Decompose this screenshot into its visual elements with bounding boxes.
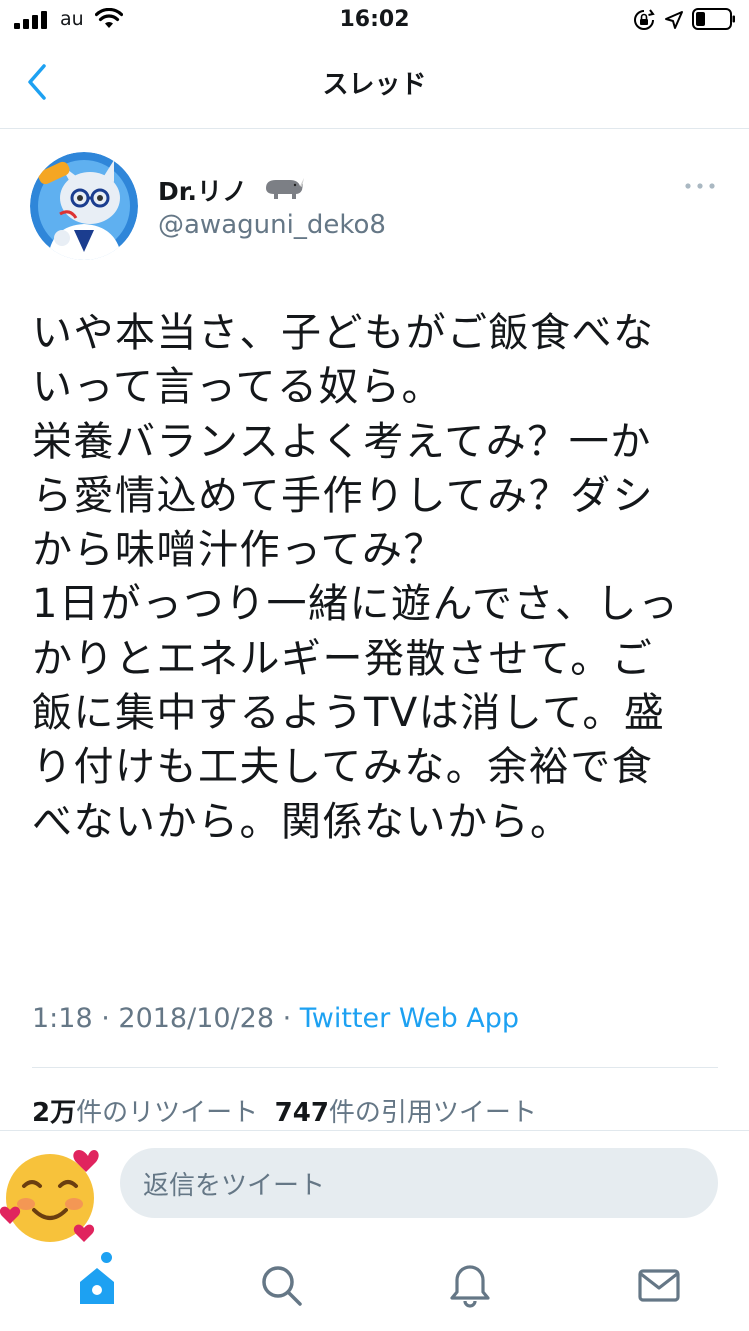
navigation-bar: スレッド <box>0 40 749 129</box>
rhinoceros-emoji <box>266 178 304 199</box>
tweet-source-link[interactable]: Twitter Web App <box>300 1003 519 1034</box>
tweet-time: 1:18 <box>32 1003 93 1034</box>
battery-icon <box>692 8 735 30</box>
orientation-lock-icon <box>634 9 655 30</box>
search-icon[interactable] <box>258 1262 304 1308</box>
tweet-stats: 2万件のリツイート 747件の引用ツイート <box>32 1092 537 1129</box>
retweets-stat[interactable]: 2万件のリツイート <box>32 1098 258 1128</box>
meta-separator: · <box>92 1003 119 1034</box>
tweet-text: いや本当さ、子どもがご飯食べな いって言ってる奴ら。 栄養バランスよく考えてみ？… <box>32 310 680 845</box>
reply-placeholder: 返信をツイート <box>143 1171 326 1201</box>
retweets-label: 件のリツイート <box>76 1098 259 1128</box>
divider <box>32 1067 718 1068</box>
display-name[interactable]: Dr.リノ <box>158 172 247 208</box>
user-handle[interactable]: @awaguni_deko8 <box>158 210 386 240</box>
status-bar: au 16:02 <box>0 0 749 40</box>
bell-icon[interactable] <box>447 1262 493 1308</box>
home-notification-dot <box>101 1252 112 1263</box>
location-icon <box>665 11 683 29</box>
home-icon[interactable] <box>74 1262 120 1308</box>
quotes-count: 747 <box>274 1098 329 1128</box>
quotes-label: 件の引用ツイート <box>328 1098 537 1128</box>
tweet-date: 2018/10/28 <box>118 1003 275 1034</box>
quotes-stat[interactable]: 747件の引用ツイート <box>275 1098 537 1128</box>
mail-icon[interactable] <box>636 1262 682 1308</box>
more-options-icon[interactable] <box>684 180 716 192</box>
smiling-face-with-hearts-emoji <box>0 1149 99 1242</box>
page-title: スレッド <box>322 70 427 100</box>
meta-separator: · <box>274 1003 300 1034</box>
tweet-meta: 1:18 · 2018/10/28 · Twitter Web App <box>32 1003 519 1034</box>
avatar[interactable] <box>30 152 138 260</box>
retweets-count: 2万 <box>32 1098 77 1128</box>
rhino-avatar-image <box>30 152 138 260</box>
